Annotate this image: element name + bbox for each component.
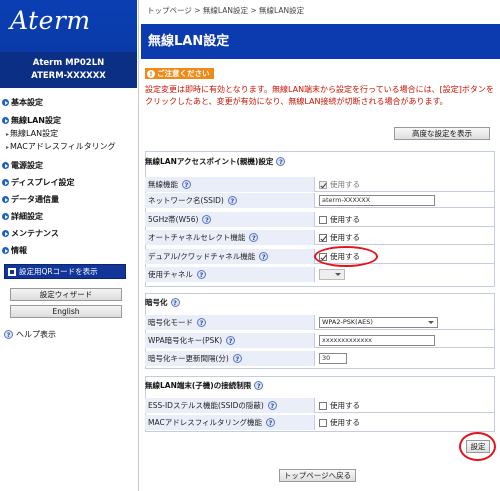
- sidebar: Aterm Aterm MP02LN ATERM-XXXXXX 基本設定 無線L…: [0, 0, 137, 491]
- bullet-icon: [2, 247, 9, 254]
- warning-icon: !: [147, 69, 155, 78]
- help-icon[interactable]: ?: [249, 233, 259, 242]
- ssid-input[interactable]: aterm-XXXXXX: [319, 195, 435, 206]
- help-icon[interactable]: ?: [226, 336, 236, 345]
- key-interval-input[interactable]: 30: [319, 353, 347, 364]
- bullet-icon: [2, 196, 9, 203]
- set-button[interactable]: 設定: [466, 440, 490, 453]
- help-icon[interactable]: ?: [197, 318, 206, 327]
- model-name: Aterm MP02LN: [32, 58, 105, 68]
- help-icon[interactable]: ?: [232, 354, 242, 363]
- row-stealth: ESS-IDステルス機能(SSIDの隠蔽)? 使用する: [145, 398, 495, 413]
- bullet-icon: [2, 213, 9, 220]
- row-wireless-function: 無線機能? 使用する: [145, 177, 495, 192]
- channel-select[interactable]: [319, 269, 345, 280]
- sidebar-subitem-mac-filter[interactable]: MACアドレスフィルタリング: [6, 141, 116, 152]
- help-link[interactable]: ? ヘルプ表示: [4, 329, 56, 340]
- stealth-checkbox[interactable]: [319, 401, 327, 410]
- bullet-icon: [2, 230, 9, 237]
- sidebar-subitem-wlan[interactable]: 無線LAN設定: [6, 128, 58, 139]
- logo: Aterm: [0, 0, 137, 52]
- model-info: Aterm MP02LN ATERM-XXXXXX: [0, 52, 137, 88]
- sidebar-item-display[interactable]: ディスプレイ設定: [2, 177, 74, 188]
- caution-text: 設定変更は即時に有効となります。無線LAN端末から設定を行っている場合には、[設…: [145, 85, 494, 106]
- row-mac-filter: MACアドレスフィルタリング機能? 使用する: [145, 415, 495, 430]
- section-title-connection-limit: 無線LAN端末(子機)の接続制限?: [145, 380, 264, 391]
- wizard-button[interactable]: 設定ウィザード: [10, 288, 122, 301]
- help-icon[interactable]: ?: [266, 418, 276, 427]
- help-icon[interactable]: ?: [259, 252, 269, 261]
- show-qr-button[interactable]: 設定用QRコードを表示: [4, 264, 126, 279]
- bullet-icon: [2, 99, 9, 106]
- row-5ghz: 5GHz帯(W56)? 使用する: [145, 212, 495, 227]
- show-advanced-button[interactable]: 高度な設定を表示: [394, 127, 490, 140]
- sidebar-item-advanced[interactable]: 詳細設定: [2, 211, 43, 222]
- sidebar-item-maintenance[interactable]: メンテナンス: [2, 228, 59, 239]
- row-key-interval: 暗号化キー更新間隔(分)? 30: [145, 351, 495, 366]
- qr-code-icon: [8, 267, 16, 276]
- sidebar-item-basic[interactable]: 基本設定: [2, 97, 43, 108]
- sidebar-item-power[interactable]: 電源設定: [2, 160, 43, 171]
- bullet-icon: [2, 179, 9, 186]
- device-id: ATERM-XXXXXX: [31, 71, 106, 81]
- row-psk: WPA暗号化キー(PSK)? xxxxxxxxxxxxx: [145, 333, 495, 348]
- section-title-encryption: 暗号化?: [145, 297, 180, 308]
- help-icon[interactable]: ?: [182, 180, 191, 189]
- row-dual-quad-channel: デュアル/クワッドチャネル機能? 使用する: [145, 249, 495, 264]
- 5ghz-checkbox[interactable]: [319, 215, 327, 224]
- encryption-mode-select[interactable]: WPA2-PSK(AES): [319, 317, 438, 328]
- section-title-ap: 無線LANアクセスポイント(親機)設定?: [145, 156, 286, 167]
- row-channel: 使用チャネル?: [145, 267, 495, 282]
- main-content: トップページ > 無線LAN設定 > 無線LAN設定 無線LAN設定 ! ご注意く…: [141, 0, 500, 491]
- help-icon[interactable]: ?: [267, 401, 277, 410]
- english-button[interactable]: English: [10, 305, 122, 318]
- sidebar-item-info[interactable]: 情報: [2, 245, 27, 256]
- back-to-top-button[interactable]: トップページへ戻る: [279, 469, 356, 482]
- breadcrumb[interactable]: トップページ > 無線LAN設定 > 無線LAN設定: [147, 5, 304, 16]
- mac-filter-checkbox[interactable]: [319, 418, 327, 427]
- wireless-function-checkbox[interactable]: [319, 180, 327, 189]
- page-title: 無線LAN設定: [141, 24, 500, 59]
- help-icon[interactable]: ?: [227, 196, 237, 205]
- help-icon[interactable]: ?: [202, 215, 212, 224]
- help-icon[interactable]: ?: [170, 298, 180, 307]
- dual-quad-channel-checkbox[interactable]: [319, 252, 327, 261]
- row-auto-channel: オートチャネルセレクト機能? 使用する: [145, 230, 495, 245]
- psk-input[interactable]: xxxxxxxxxxxxx: [319, 335, 435, 346]
- bullet-icon: [2, 117, 9, 124]
- help-icon[interactable]: ?: [196, 270, 206, 279]
- row-encryption-mode: 暗号化モード? WPA2-PSK(AES): [145, 315, 495, 330]
- sidebar-item-wlan[interactable]: 無線LAN設定: [2, 115, 61, 126]
- bullet-icon: [2, 162, 9, 169]
- caution-badge: ! ご注意ください: [145, 68, 214, 79]
- logo-text: Aterm: [10, 6, 91, 35]
- sidebar-item-data-usage[interactable]: データ通信量: [2, 194, 59, 205]
- help-icon: ?: [4, 330, 13, 339]
- help-icon[interactable]: ?: [254, 381, 264, 390]
- row-ssid: ネットワーク名(SSID)? aterm-XXXXXX: [145, 193, 495, 208]
- auto-channel-checkbox[interactable]: [319, 233, 327, 242]
- help-icon[interactable]: ?: [276, 157, 286, 166]
